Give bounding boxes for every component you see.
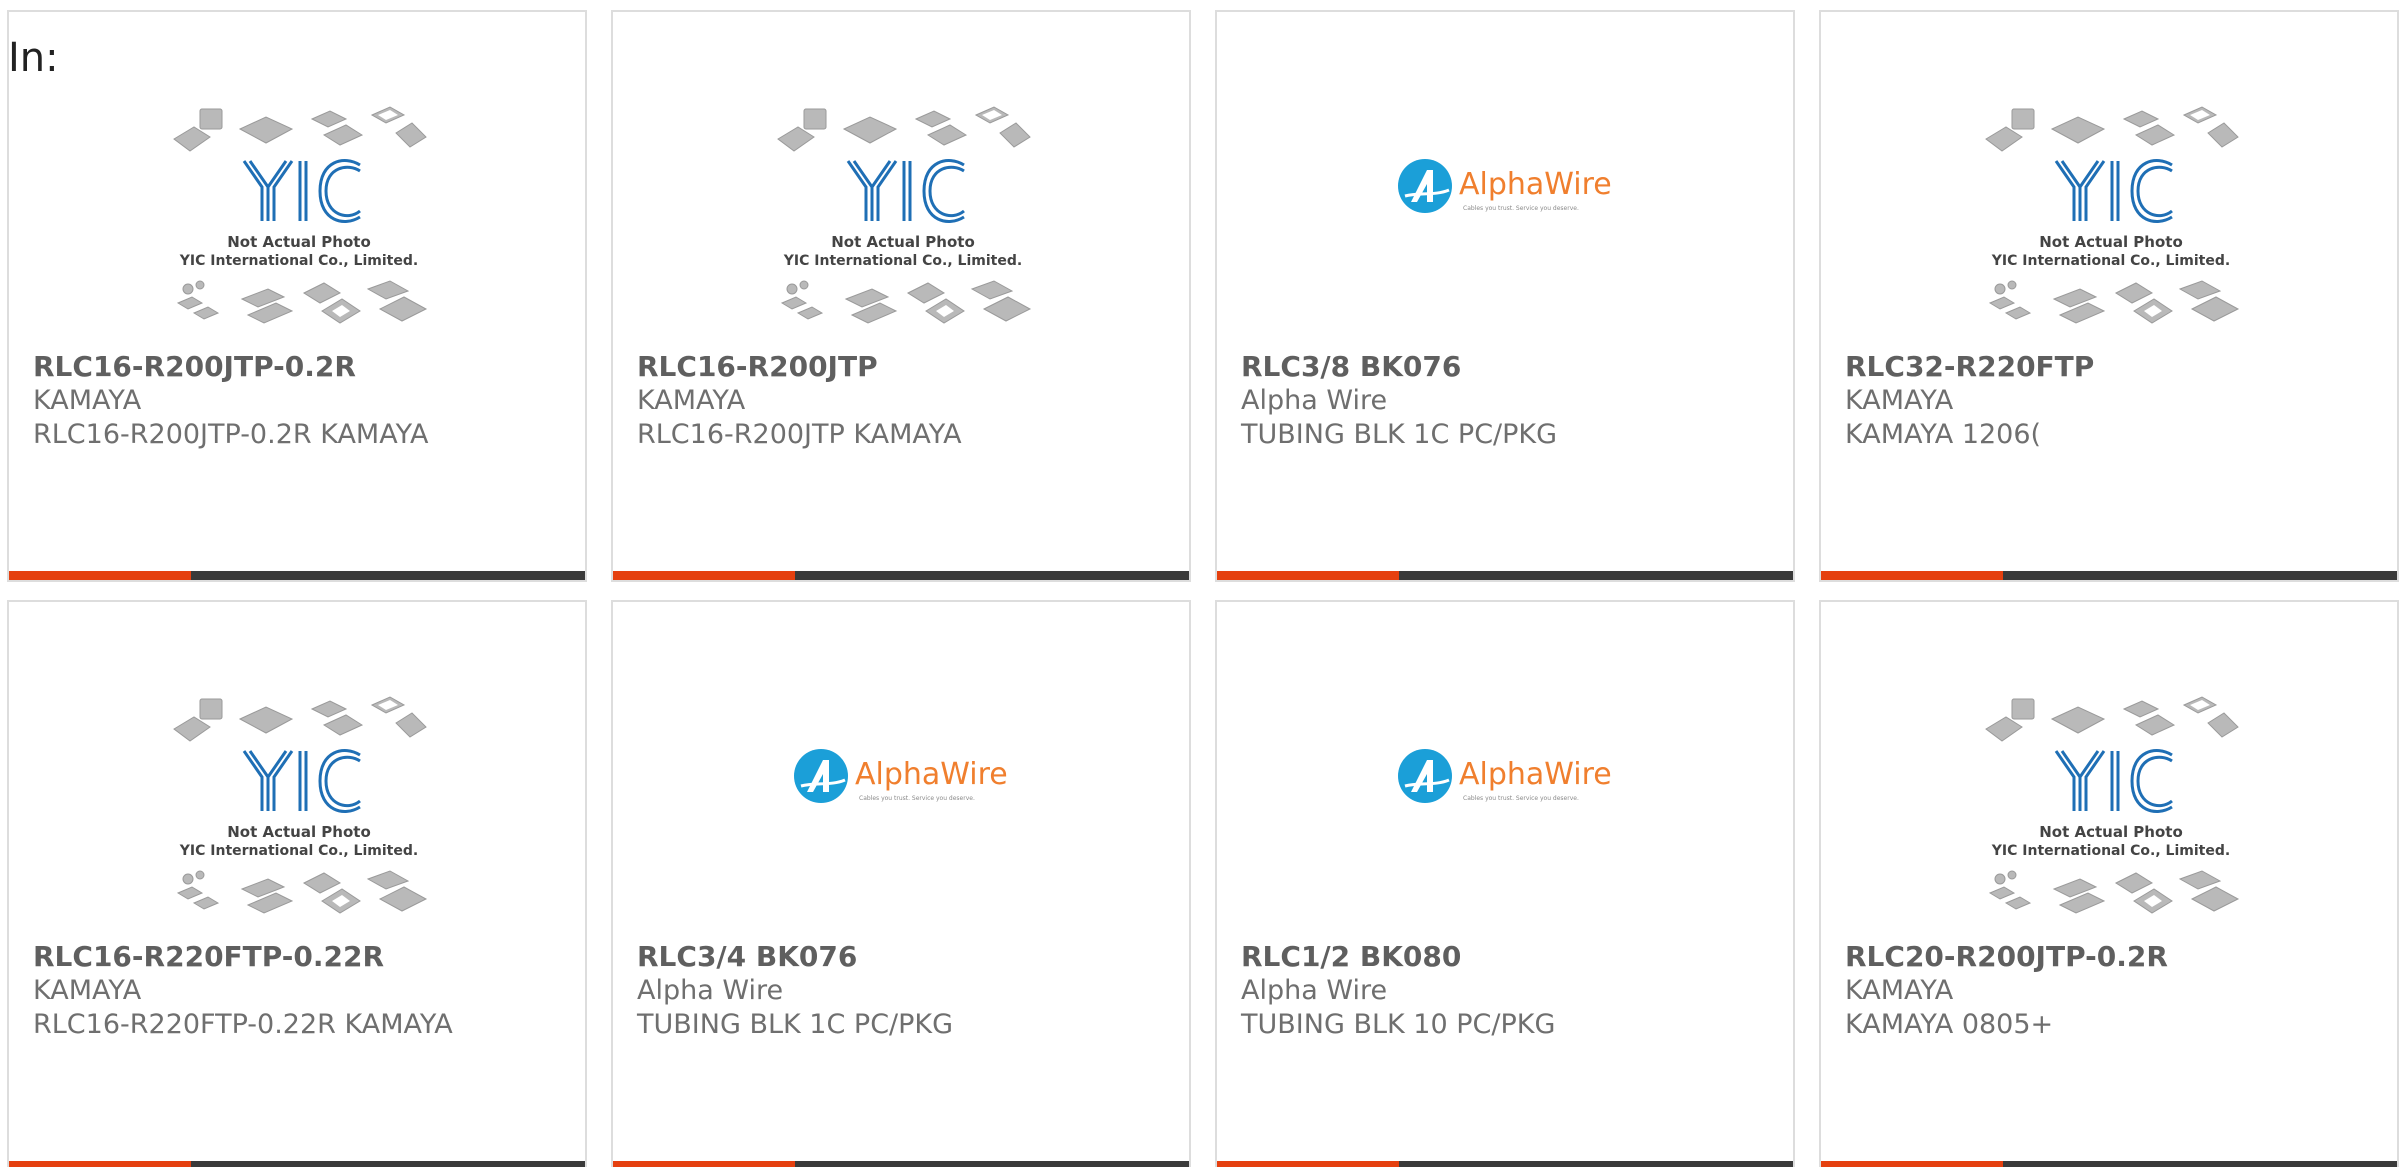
product-manufacturer: Alpha Wire bbox=[1241, 385, 1388, 416]
placeholder-caption-2: YIC International Co., Limited. bbox=[179, 253, 418, 269]
product-manufacturer: KAMAYA bbox=[33, 975, 142, 1006]
yic-placeholder-image: Not Actual Photo YIC International Co., … bbox=[1985, 696, 2240, 914]
placeholder-caption-2: YIC International Co., Limited. bbox=[1991, 253, 2230, 269]
product-description: TUBING BLK 1C PC/PKG bbox=[637, 1009, 954, 1040]
product-image[interactable]: AlphaWire Cables you trust. Service you … bbox=[1217, 92, 1793, 354]
product-description: RLC16-R200JTP KAMAYA bbox=[637, 419, 962, 450]
product-card[interactable]: AlphaWire Cables you trust. Service you … bbox=[611, 600, 1191, 1167]
card-bar-accent bbox=[9, 571, 191, 580]
card-bottom-bar bbox=[1217, 571, 1793, 580]
product-part-number[interactable]: RLC32-R220FTP bbox=[1845, 350, 2385, 384]
product-card[interactable]: Not Actual Photo YIC International Co., … bbox=[1819, 600, 2399, 1167]
placeholder-caption-1: Not Actual Photo bbox=[227, 823, 371, 841]
card-bottom-bar bbox=[1821, 1161, 2397, 1167]
product-image[interactable]: Not Actual Photo YIC International Co., … bbox=[1821, 92, 2397, 354]
product-manufacturer: Alpha Wire bbox=[1241, 975, 1388, 1006]
product-description: RLC16-R220FTP-0.22R KAMAYA bbox=[33, 1009, 453, 1040]
card-bottom-bar bbox=[613, 1161, 1189, 1167]
alphawire-tagline: Cables you trust. Service you deserve. bbox=[1463, 795, 1579, 802]
alphawire-brand: AlphaWire bbox=[1459, 167, 1612, 202]
card-bar-accent bbox=[1821, 1161, 2003, 1167]
alphawire-logo-image: AlphaWire Cables you trust. Service you … bbox=[1398, 749, 1612, 803]
product-part-number[interactable]: RLC16-R220FTP-0.22R bbox=[33, 940, 573, 974]
product-info: RLC1/2 BK080 Alpha Wire TUBING BLK 10 PC… bbox=[1241, 940, 1781, 1042]
product-manufacturer: KAMAYA bbox=[637, 385, 746, 416]
card-bottom-bar bbox=[9, 1161, 585, 1167]
product-description: KAMAYA 1206( bbox=[1845, 419, 2042, 450]
card-bottom-bar bbox=[9, 571, 585, 580]
card-bottom-bar bbox=[613, 571, 1189, 580]
product-card[interactable]: Not Actual Photo YIC International Co., … bbox=[7, 600, 587, 1167]
card-bar-accent bbox=[613, 1161, 795, 1167]
card-bottom-bar bbox=[1821, 571, 2397, 580]
alphawire-logo-image: AlphaWire Cables you trust. Service you … bbox=[1398, 159, 1612, 213]
product-manufacturer: KAMAYA bbox=[1845, 385, 1954, 416]
product-manufacturer: KAMAYA bbox=[1845, 975, 1954, 1006]
product-card[interactable]: Not Actual Photo YIC International Co., … bbox=[7, 10, 587, 582]
product-part-number[interactable]: RLC20-R200JTP-0.2R bbox=[1845, 940, 2385, 974]
card-bottom-bar bbox=[1217, 1161, 1793, 1167]
placeholder-caption-2: YIC International Co., Limited. bbox=[783, 253, 1022, 269]
placeholder-caption-2: YIC International Co., Limited. bbox=[179, 843, 418, 859]
product-card[interactable]: Not Actual Photo YIC International Co., … bbox=[1819, 10, 2399, 582]
alphawire-brand: AlphaWire bbox=[1459, 757, 1612, 792]
card-bar-accent bbox=[613, 571, 795, 580]
product-listing-page: In: Not Actual Photo YIC International C… bbox=[0, 0, 2400, 1167]
yic-placeholder-image: Not Actual Photo YIC International Co., … bbox=[173, 696, 428, 914]
product-image[interactable]: AlphaWire Cables you trust. Service you … bbox=[613, 682, 1189, 944]
placeholder-caption-1: Not Actual Photo bbox=[227, 233, 371, 251]
product-part-number[interactable]: RLC1/2 BK080 bbox=[1241, 940, 1781, 974]
product-description: TUBING BLK 10 PC/PKG bbox=[1241, 1009, 1556, 1040]
alphawire-logo-image: AlphaWire Cables you trust. Service you … bbox=[794, 749, 1008, 803]
product-part-number[interactable]: RLC3/4 BK076 bbox=[637, 940, 1177, 974]
product-part-number[interactable]: RLC16-R200JTP bbox=[637, 350, 1177, 384]
product-description: KAMAYA 0805+ bbox=[1845, 1009, 2054, 1040]
card-bar-accent bbox=[1217, 571, 1399, 580]
product-info: RLC16-R200JTP KAMAYA RLC16-R200JTP KAMAY… bbox=[637, 350, 1177, 452]
yic-placeholder-image: Not Actual Photo YIC International Co., … bbox=[1985, 106, 2240, 324]
yic-placeholder-image: Not Actual Photo YIC International Co., … bbox=[173, 106, 428, 324]
alphawire-tagline: Cables you trust. Service you deserve. bbox=[1463, 205, 1579, 212]
product-part-number[interactable]: RLC16-R200JTP-0.2R bbox=[33, 350, 573, 384]
product-manufacturer: Alpha Wire bbox=[637, 975, 784, 1006]
product-card[interactable]: Not Actual Photo YIC International Co., … bbox=[611, 10, 1191, 582]
filter-label: In: bbox=[8, 35, 59, 81]
product-image[interactable]: Not Actual Photo YIC International Co., … bbox=[9, 92, 585, 354]
product-description: RLC16-R200JTP-0.2R KAMAYA bbox=[33, 419, 429, 450]
product-description: TUBING BLK 1C PC/PKG bbox=[1241, 419, 1558, 450]
product-card[interactable]: AlphaWire Cables you trust. Service you … bbox=[1215, 10, 1795, 582]
product-part-number[interactable]: RLC3/8 BK076 bbox=[1241, 350, 1781, 384]
card-bar-accent bbox=[9, 1161, 191, 1167]
product-grid: Not Actual Photo YIC International Co., … bbox=[7, 10, 2400, 1167]
placeholder-caption-2: YIC International Co., Limited. bbox=[1991, 843, 2230, 859]
product-info: RLC3/8 BK076 Alpha Wire TUBING BLK 1C PC… bbox=[1241, 350, 1781, 452]
placeholder-caption-1: Not Actual Photo bbox=[2039, 823, 2183, 841]
product-info: RLC32-R220FTP KAMAYA KAMAYA 1206( bbox=[1845, 350, 2385, 452]
product-card[interactable]: AlphaWire Cables you trust. Service you … bbox=[1215, 600, 1795, 1167]
product-info: RLC3/4 BK076 Alpha Wire TUBING BLK 1C PC… bbox=[637, 940, 1177, 1042]
product-image[interactable]: Not Actual Photo YIC International Co., … bbox=[1821, 682, 2397, 944]
product-info: RLC16-R200JTP-0.2R KAMAYA RLC16-R200JTP-… bbox=[33, 350, 573, 452]
card-bar-accent bbox=[1217, 1161, 1399, 1167]
alphawire-brand: AlphaWire bbox=[855, 757, 1008, 792]
yic-placeholder-image: Not Actual Photo YIC International Co., … bbox=[777, 106, 1032, 324]
product-info: RLC16-R220FTP-0.22R KAMAYA RLC16-R220FTP… bbox=[33, 940, 573, 1042]
alphawire-tagline: Cables you trust. Service you deserve. bbox=[859, 795, 975, 802]
placeholder-caption-1: Not Actual Photo bbox=[831, 233, 975, 251]
card-bar-accent bbox=[1821, 571, 2003, 580]
product-manufacturer: KAMAYA bbox=[33, 385, 142, 416]
product-image[interactable]: Not Actual Photo YIC International Co., … bbox=[613, 92, 1189, 354]
product-image[interactable]: Not Actual Photo YIC International Co., … bbox=[9, 682, 585, 944]
placeholder-caption-1: Not Actual Photo bbox=[2039, 233, 2183, 251]
product-image[interactable]: AlphaWire Cables you trust. Service you … bbox=[1217, 682, 1793, 944]
product-info: RLC20-R200JTP-0.2R KAMAYA KAMAYA 0805+ bbox=[1845, 940, 2385, 1042]
